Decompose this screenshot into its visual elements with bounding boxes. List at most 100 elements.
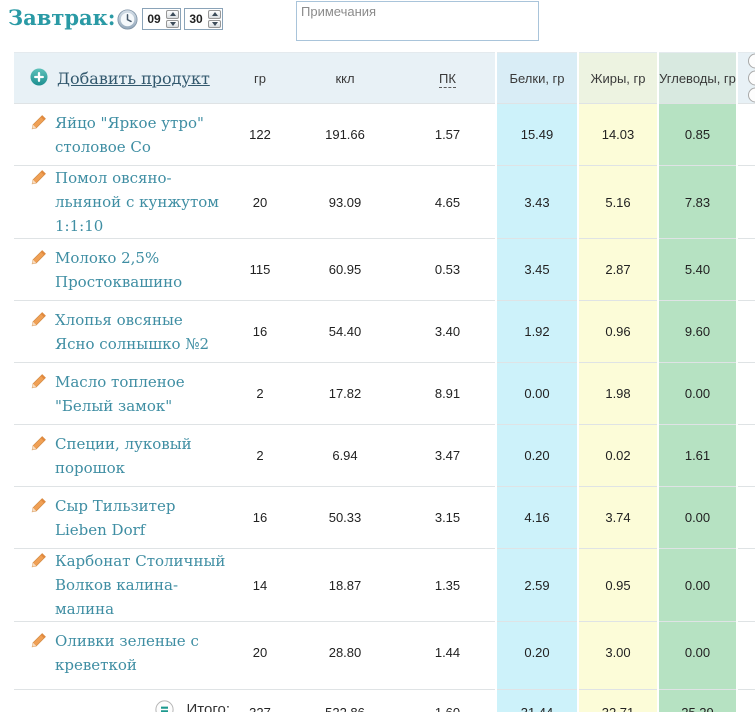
pk-value: 1.44 [400,621,496,684]
clock-icon [117,9,138,30]
protein-value: 2.59 [495,548,578,622]
table-row: Молоко 2,5% Простоквашино 115 60.95 0.53… [14,238,755,301]
edit-pencil-icon[interactable] [30,632,47,654]
kcal-value: 18.87 [290,548,400,622]
product-name[interactable]: Молоко 2,5% Простоквашино [55,246,227,294]
pk-value: 0.53 [400,238,496,301]
hours-spinner[interactable]: 09 [142,8,181,30]
hours-value[interactable]: 09 [143,9,165,29]
carbs-value: 9.60 [657,300,738,363]
edit-pencil-icon[interactable] [30,435,47,457]
action-circle-button[interactable] [748,70,755,86]
protein-value: 0.00 [495,362,578,425]
grams-value: 122 [230,103,290,166]
row-extra [737,424,755,487]
product-name[interactable]: Оливки зеленые с креветкой [55,629,227,677]
edit-pencil-icon[interactable] [30,311,47,333]
table-row: Карбонат Столичный Волков калина-малина … [14,548,755,622]
fat-value: 0.02 [577,424,658,487]
column-header-grams: гр [254,70,266,86]
pk-value: 3.47 [400,424,496,487]
table-row: Сыр Тильзитер Lieben Dorf 16 50.33 3.15 … [14,486,755,549]
totals-label: Итого: [186,701,230,712]
row-extra [737,548,755,622]
product-name[interactable]: Сыр Тильзитер Lieben Dorf [55,494,227,542]
food-table: Добавить продукт гр ккл ПК Белки, гр Жир… [14,52,755,712]
protein-value: 3.45 [495,238,578,301]
fat-value: 3.74 [577,486,658,549]
kcal-value: 54.40 [290,300,400,363]
protein-value: 1.92 [495,300,578,363]
minutes-spin-up-button[interactable] [208,10,221,19]
kcal-value: 191.66 [290,103,400,166]
add-product-link[interactable]: Добавить продукт [57,69,210,88]
arrow-down-icon [169,21,176,26]
carbs-value: 0.00 [657,548,738,622]
grams-value: 20 [230,621,290,684]
pk-value: 4.65 [400,165,496,239]
product-name[interactable]: Яйцо "Яркое утро" столовое Со [55,111,227,159]
meal-panel: Завтрак: 09 30 Примечания Добавить проду… [0,0,755,712]
totals-row: Итого: 327 522.86 1.60 31.44 32.71 25.29 [14,689,755,712]
arrow-up-icon [169,12,176,17]
column-header-fat: Жиры, гр [577,52,658,104]
fat-value: 5.16 [577,165,658,239]
kcal-value: 93.09 [290,165,400,239]
edit-pencil-icon[interactable] [30,552,47,574]
totals-grams: 327 [230,689,290,712]
carbs-value: 7.83 [657,165,738,239]
action-circle-button[interactable] [748,53,755,69]
totals-pk: 1.60 [400,689,496,712]
hours-spin-down-button[interactable] [166,19,179,28]
edit-pencil-icon[interactable] [30,169,47,191]
row-extra [737,238,755,301]
action-circle-button[interactable] [748,87,755,103]
carbs-value: 0.00 [657,362,738,425]
minutes-value[interactable]: 30 [185,9,207,29]
notes-input[interactable] [296,1,539,41]
product-name[interactable]: Хлопья овсяные Ясно солнышко №2 [55,308,227,356]
table-row: Хлопья овсяные Ясно солнышко №2 16 54.40… [14,300,755,363]
product-name[interactable]: Специи, луковый порошок [55,432,227,480]
add-product-icon[interactable] [30,68,48,89]
minutes-spin-down-button[interactable] [208,19,221,28]
table-row: Яйцо "Яркое утро" столовое Со 122 191.66… [14,103,755,166]
column-header-kcal: ккл [335,70,355,86]
fat-value: 2.87 [577,238,658,301]
product-name[interactable]: Помол овсяно-льняной с кунжутом 1:1:10 [55,166,227,238]
column-header-protein: Белки, гр [495,52,578,104]
edit-pencil-icon[interactable] [30,249,47,271]
carbs-value: 0.00 [657,621,738,684]
column-header-carbs: Углеводы, гр [657,52,738,104]
product-rows: Яйцо "Яркое утро" столовое Со 122 191.66… [14,103,755,684]
edit-pencil-icon[interactable] [30,114,47,136]
hours-spin-up-button[interactable] [166,10,179,19]
pk-value: 1.57 [400,103,496,166]
kcal-value: 28.80 [290,621,400,684]
header-action-area [737,53,755,104]
pk-value: 1.35 [400,548,496,622]
carbs-value: 5.40 [657,238,738,301]
row-extra [737,486,755,549]
table-row: Оливки зеленые с креветкой 20 28.80 1.44… [14,621,755,684]
grams-value: 115 [230,238,290,301]
fat-value: 1.98 [577,362,658,425]
product-name[interactable]: Масло топленое "Белый замок" [55,370,227,418]
edit-pencil-icon[interactable] [30,373,47,395]
carbs-value: 0.85 [657,103,738,166]
totals-extra [737,689,755,712]
pk-tooltip-trigger[interactable]: ПК [439,70,456,88]
protein-value: 0.20 [495,424,578,487]
kcal-value: 60.95 [290,238,400,301]
product-name[interactable]: Карбонат Столичный Волков калина-малина [55,549,227,621]
totals-carbs: 25.29 [657,689,738,712]
totals-fat: 32.71 [577,689,658,712]
edit-pencil-icon[interactable] [30,497,47,519]
row-extra [737,300,755,363]
minutes-spinner[interactable]: 30 [184,8,223,30]
protein-value: 15.49 [495,103,578,166]
protein-value: 3.43 [495,165,578,239]
fat-value: 0.95 [577,548,658,622]
meal-title: Завтрак: [8,5,116,30]
row-extra [737,362,755,425]
